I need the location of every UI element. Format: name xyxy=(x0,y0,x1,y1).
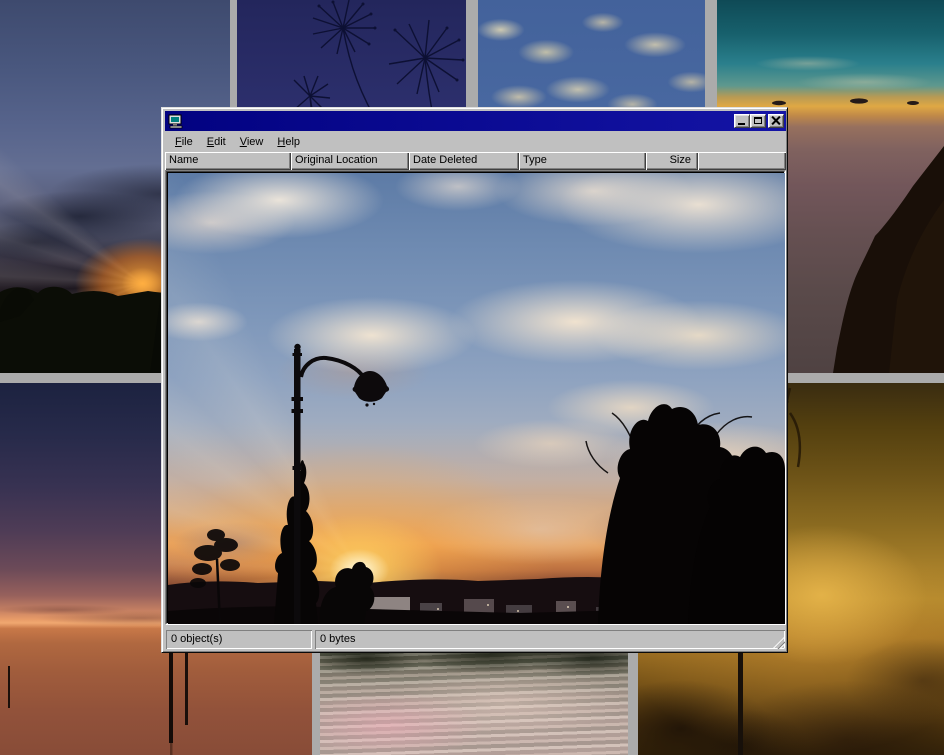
status-objects: 0 object(s) xyxy=(166,630,312,649)
column-header-original-location[interactable]: Original Location xyxy=(291,152,409,170)
column-header-date-deleted[interactable]: Date Deleted xyxy=(409,152,519,170)
menu-bar: File Edit View Help xyxy=(165,131,786,152)
maximize-button[interactable] xyxy=(750,114,766,128)
column-headers: Name Original Location Date Deleted Type… xyxy=(165,152,786,170)
minimize-icon xyxy=(738,123,745,125)
menu-file[interactable]: File xyxy=(170,133,198,151)
minimize-button[interactable] xyxy=(734,114,750,128)
maximize-icon xyxy=(754,117,762,124)
file-list-area[interactable] xyxy=(165,170,786,625)
status-bar: 0 object(s) 0 bytes xyxy=(165,628,786,651)
titlebar[interactable] xyxy=(165,111,786,131)
column-header-name[interactable]: Name xyxy=(165,152,291,170)
computer-icon[interactable] xyxy=(168,114,184,129)
status-bytes: 0 bytes xyxy=(315,630,785,649)
menu-edit[interactable]: Edit xyxy=(202,133,231,151)
close-icon xyxy=(771,116,781,125)
sunset-photo-silhouettes xyxy=(168,173,785,624)
recycle-bin-window: File Edit View Help Name Original Locati… xyxy=(161,107,788,653)
column-header-size[interactable]: Size xyxy=(646,152,698,170)
column-header-type[interactable]: Type xyxy=(519,152,646,170)
menu-help[interactable]: Help xyxy=(272,133,305,151)
close-button[interactable] xyxy=(768,114,784,128)
menu-view[interactable]: View xyxy=(235,133,269,151)
folder-background-photo xyxy=(168,173,785,624)
column-header-filler xyxy=(698,152,786,170)
desktop: { "window": { "menu": ["File", "Edit", "… xyxy=(0,0,944,755)
